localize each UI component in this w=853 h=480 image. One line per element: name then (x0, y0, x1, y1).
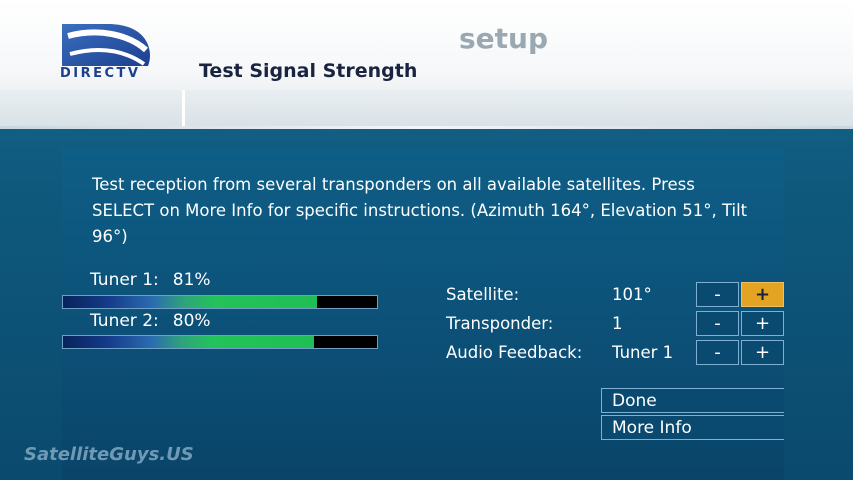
audio-feedback-increase-button[interactable]: + (741, 340, 784, 365)
tuner-2-signal-bar (62, 335, 378, 349)
satellite-value: 101° (612, 285, 652, 304)
transponder-decrease-button[interactable]: - (696, 311, 739, 336)
done-button[interactable]: Done (601, 388, 784, 413)
tuner-1-label: Tuner 1: 81% (90, 270, 211, 290)
transponder-increase-button[interactable]: + (741, 311, 784, 336)
page-title: Test Signal Strength (199, 60, 418, 82)
section-title: setup (459, 22, 549, 55)
audio-feedback-decrease-button[interactable]: - (696, 340, 739, 365)
satellite-increase-button[interactable]: + (741, 282, 784, 307)
satellite-label: Satellite: (446, 285, 520, 304)
tuner-2-name: Tuner 2: (90, 311, 159, 331)
header-divider (182, 90, 185, 126)
tuner-1-signal-bar (62, 295, 378, 309)
tuner-2-label: Tuner 2: 80% (90, 311, 211, 331)
satellite-decrease-button[interactable]: - (696, 282, 739, 307)
instructions-text: Test reception from several transponders… (92, 175, 748, 246)
header-underline (0, 126, 853, 129)
tuner-2-signal-fill (63, 336, 315, 348)
watermark-text: SatelliteGuys.US (24, 444, 194, 465)
tuner-2-value: 80% (172, 311, 211, 331)
tuner-1-signal-fill (63, 296, 318, 308)
tuner-1-name: Tuner 1: (90, 270, 159, 290)
tuner-1-value: 81% (172, 270, 211, 290)
header-band (0, 90, 853, 126)
transponder-label: Transponder: (446, 314, 554, 333)
more-info-button[interactable]: More Info (601, 415, 784, 440)
transponder-value: 1 (612, 314, 623, 333)
audio-feedback-label: Audio Feedback: (446, 343, 583, 362)
audio-feedback-value: Tuner 1 (612, 343, 674, 362)
logo-text: DIRECTV (60, 66, 141, 81)
